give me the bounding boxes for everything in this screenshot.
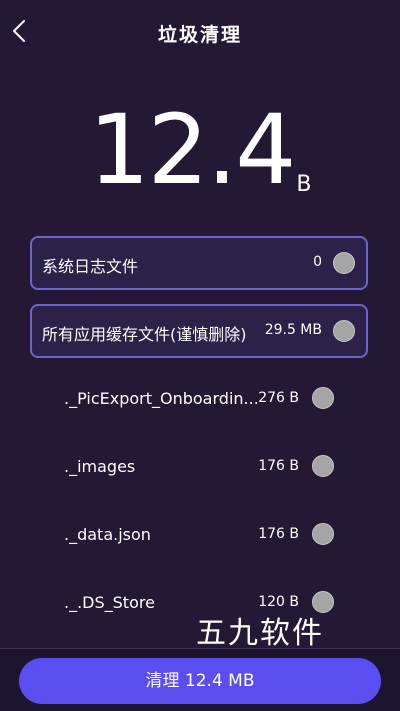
file-size: 276 B	[258, 390, 299, 406]
clean-button[interactable]: 清理 12.4 MB	[19, 658, 381, 704]
total-size-unit: B	[296, 172, 312, 197]
list-item[interactable]: ._data.json 176 B	[0, 515, 400, 555]
select-radio[interactable]	[312, 455, 334, 477]
category-size: 0	[313, 254, 322, 270]
watermark: 五九软件	[196, 616, 324, 651]
category-size: 29.5 MB	[264, 322, 322, 338]
category-app-cache[interactable]: 所有应用缓存文件(谨慎删除) 29.5 MB	[30, 304, 368, 358]
file-name: ._data.json	[64, 525, 151, 544]
bottom-bar: 清理 12.4 MB	[0, 648, 400, 711]
total-size-value: 12.4	[88, 94, 297, 206]
file-name: ._images	[64, 457, 136, 476]
list-item[interactable]: ._PicExport_Onboardin... 276 B	[0, 379, 400, 419]
select-radio[interactable]	[333, 320, 355, 342]
select-radio[interactable]	[333, 252, 355, 274]
total-size-display: 12.4B	[0, 100, 400, 210]
category-system-logs[interactable]: 系统日志文件 0	[30, 236, 368, 290]
file-size: 176 B	[258, 526, 299, 542]
list-item[interactable]: ._images 176 B	[0, 447, 400, 487]
file-size: 176 B	[258, 458, 299, 474]
page-title: 垃圾清理	[157, 24, 242, 46]
file-name: ._PicExport_Onboardin...	[64, 389, 259, 408]
select-radio[interactable]	[312, 523, 334, 545]
junk-clean-screen: 垃圾清理 12.4B 系统日志文件 0 所有应用缓存文件(谨慎删除) 29.5 …	[0, 0, 400, 711]
header: 垃圾清理	[0, 0, 400, 66]
category-label: 系统日志文件	[42, 257, 139, 276]
category-label: 所有应用缓存文件(谨慎删除)	[42, 325, 247, 344]
select-radio[interactable]	[312, 387, 334, 409]
